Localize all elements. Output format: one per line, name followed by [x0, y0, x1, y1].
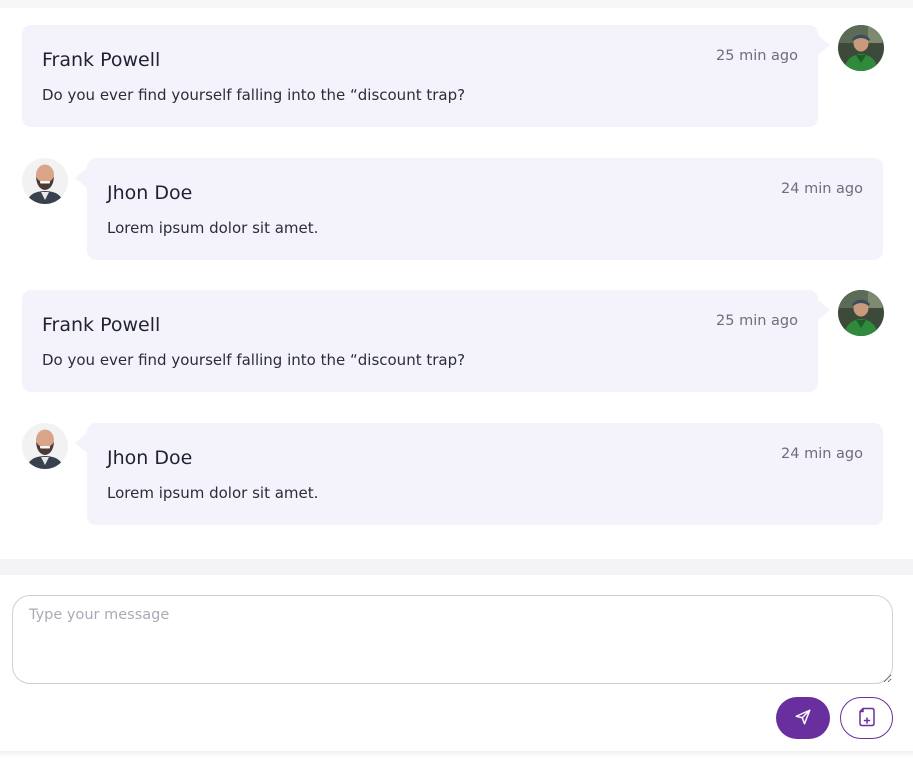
send-button[interactable] — [776, 697, 830, 739]
chat-message: Jhon Doe 24 min ago Lorem ipsum dolor si… — [0, 158, 913, 262]
sender-name: Frank Powell — [42, 314, 161, 336]
message-bubble: Jhon Doe 24 min ago Lorem ipsum dolor si… — [87, 423, 883, 525]
bottom-edge — [0, 751, 913, 758]
message-bubble: Frank Powell 25 min ago Do you ever find… — [22, 25, 818, 127]
message-text: Lorem ipsum dolor sit amet. — [107, 484, 319, 502]
bald-bearded-man-avatar[interactable] — [22, 158, 68, 204]
message-bubble: Jhon Doe 24 min ago Lorem ipsum dolor si… — [87, 158, 883, 260]
message-text: Do you ever find yourself falling into t… — [42, 351, 466, 369]
sender-name: Frank Powell — [42, 49, 161, 71]
bubble-tail — [818, 300, 830, 320]
chat-message: Frank Powell 25 min ago Do you ever find… — [0, 290, 913, 394]
message-bubble: Frank Powell 25 min ago Do you ever find… — [22, 290, 818, 392]
message-text: Do you ever find yourself falling into t… — [42, 86, 466, 104]
message-timestamp: 24 min ago — [781, 446, 863, 462]
message-input[interactable] — [12, 595, 893, 684]
attach-file-button[interactable] — [840, 697, 893, 739]
man-green-jacket-avatar[interactable] — [838, 25, 884, 71]
sender-name: Jhon Doe — [107, 182, 193, 204]
message-composer — [0, 575, 913, 758]
bubble-tail — [75, 433, 87, 453]
bubble-tail — [818, 35, 830, 55]
bald-bearded-man-avatar[interactable] — [22, 423, 68, 469]
bubble-tail — [75, 168, 87, 188]
composer-divider — [0, 559, 913, 575]
message-list[interactable]: Frank Powell 25 min ago Do you ever find… — [0, 8, 913, 559]
man-green-jacket-avatar[interactable] — [838, 290, 884, 336]
message-text: Lorem ipsum dolor sit amet. — [107, 219, 319, 237]
top-edge — [0, 0, 913, 8]
message-timestamp: 25 min ago — [716, 48, 798, 64]
chat-message: Frank Powell 25 min ago Do you ever find… — [0, 25, 913, 129]
message-timestamp: 24 min ago — [781, 181, 863, 197]
file-attach-icon — [858, 707, 876, 730]
chat-message: Jhon Doe 24 min ago Lorem ipsum dolor si… — [0, 423, 913, 527]
paper-plane-icon — [794, 708, 812, 729]
chat-window: Frank Powell 25 min ago Do you ever find… — [0, 0, 913, 758]
sender-name: Jhon Doe — [107, 447, 193, 469]
message-timestamp: 25 min ago — [716, 313, 798, 329]
